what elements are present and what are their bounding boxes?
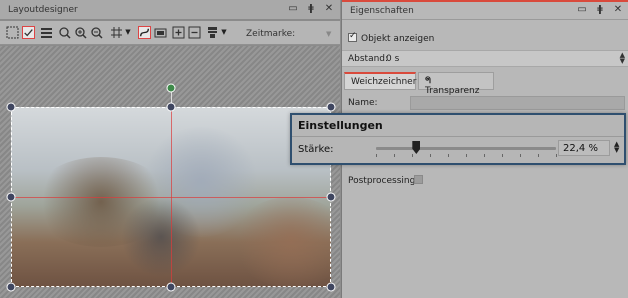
slider-tick bbox=[556, 154, 557, 157]
effect-tabs: Weichzeichner ᖗ Transparenz bbox=[342, 72, 628, 96]
align-icon[interactable] bbox=[206, 26, 219, 39]
slider-tick bbox=[502, 154, 503, 157]
slider-tick bbox=[484, 154, 485, 157]
zoom-out-icon[interactable] bbox=[90, 26, 103, 39]
close-icon[interactable]: ✕ bbox=[324, 3, 334, 14]
strength-label: Stärke: bbox=[298, 144, 334, 155]
show-object-label: Objekt anzeigen bbox=[361, 34, 435, 44]
grid-icon[interactable] bbox=[110, 26, 123, 39]
layoutdesigner-titlebar: Layoutdesigner ▭ ǂ ✕ bbox=[0, 0, 340, 20]
resize-handle-top-right[interactable] bbox=[326, 102, 336, 112]
tab-weichzeichner-label: Weichzeichner bbox=[351, 77, 417, 87]
pin-icon[interactable]: ǂ bbox=[595, 4, 605, 15]
name-input[interactable] bbox=[410, 96, 625, 110]
select-frame-icon[interactable] bbox=[6, 26, 19, 39]
show-object-row[interactable]: Objekt anzeigen bbox=[348, 31, 435, 44]
tab-transparenz[interactable]: ᖗ Transparenz bbox=[418, 72, 494, 96]
zoom-in-icon[interactable] bbox=[74, 26, 87, 39]
resize-handle-bottom[interactable] bbox=[166, 282, 176, 292]
layoutdesigner-toolbar: ▼ ▼ Zeitmarke: ▼ bbox=[0, 21, 340, 45]
einstellungen-title: Einstellungen bbox=[298, 119, 383, 132]
slider-tick bbox=[394, 154, 395, 157]
slider-tick bbox=[538, 154, 539, 157]
slider-tick bbox=[412, 154, 413, 157]
transparency-icon: ᖗ bbox=[425, 76, 431, 86]
eigenschaften-title: Eigenschaften bbox=[350, 6, 414, 16]
slider-tick bbox=[466, 154, 467, 157]
resize-handle-right[interactable] bbox=[326, 192, 336, 202]
zoom-fit-icon[interactable] bbox=[58, 26, 71, 39]
postprocessing-label: Postprocessing bbox=[348, 176, 416, 186]
add-point-icon[interactable] bbox=[172, 26, 185, 39]
layoutdesigner-panel: Layoutdesigner ▭ ǂ ✕ ▼ ▼ Zeitmarke: ▼ bbox=[0, 0, 340, 298]
resize-handle-top-left[interactable] bbox=[6, 102, 16, 112]
slider-tick bbox=[520, 154, 521, 157]
einstellungen-popup: Einstellungen Stärke: 22,4 % ▲ ▼ bbox=[290, 113, 626, 165]
resize-handle-top[interactable] bbox=[166, 102, 176, 112]
maximize-icon[interactable]: ▭ bbox=[288, 3, 298, 14]
abstand-value[interactable]: 0 s bbox=[386, 54, 399, 64]
align-dropdown-arrow-icon[interactable]: ▼ bbox=[220, 26, 228, 39]
resize-handle-left[interactable] bbox=[6, 192, 16, 202]
eigenschaften-titlebar: Eigenschaften ▭ ǂ ✕ bbox=[342, 0, 628, 20]
curve-path-icon[interactable] bbox=[138, 26, 151, 39]
tab-transparenz-label: Transparenz bbox=[425, 86, 480, 96]
slider-tick bbox=[430, 154, 431, 157]
zeitmarke-label: Zeitmarke: bbox=[246, 29, 296, 39]
abstand-spinbox[interactable]: Abstand: 0 s ▲ ▼ bbox=[342, 50, 628, 67]
layers-icon[interactable] bbox=[40, 26, 53, 39]
tab-weichzeichner[interactable]: Weichzeichner bbox=[344, 72, 416, 90]
layoutdesigner-title: Layoutdesigner bbox=[8, 5, 78, 15]
selection-frame bbox=[11, 107, 331, 287]
rotate-handle[interactable] bbox=[166, 83, 176, 93]
checkbox-icon[interactable] bbox=[22, 26, 35, 39]
slider-tick bbox=[376, 154, 377, 157]
spin-arrows-icon[interactable]: ▲ ▼ bbox=[614, 141, 619, 154]
slider-tick bbox=[448, 154, 449, 157]
name-label: Name: bbox=[348, 98, 378, 108]
strength-slider[interactable] bbox=[376, 147, 556, 150]
strength-slider-thumb[interactable] bbox=[412, 141, 421, 154]
close-icon[interactable]: ✕ bbox=[613, 4, 623, 15]
spin-arrows-icon[interactable]: ▲ ▼ bbox=[620, 52, 625, 65]
grid-dropdown-arrow-icon[interactable]: ▼ bbox=[124, 26, 132, 39]
strength-value-field[interactable]: 22,4 % bbox=[558, 140, 610, 156]
resize-handle-bottom-right[interactable] bbox=[326, 282, 336, 292]
remove-point-icon[interactable] bbox=[188, 26, 201, 39]
divider bbox=[292, 136, 624, 137]
zeitmarke-dropdown-icon[interactable]: ▼ bbox=[326, 30, 334, 38]
abstand-label: Abstand: bbox=[348, 54, 389, 64]
image-frame-icon[interactable] bbox=[154, 26, 167, 39]
show-object-checkbox[interactable] bbox=[348, 31, 357, 42]
postprocessing-checkbox[interactable] bbox=[414, 175, 423, 184]
pin-icon[interactable]: ǂ bbox=[306, 3, 316, 14]
resize-handle-bottom-left[interactable] bbox=[6, 282, 16, 292]
maximize-icon[interactable]: ▭ bbox=[577, 4, 587, 15]
